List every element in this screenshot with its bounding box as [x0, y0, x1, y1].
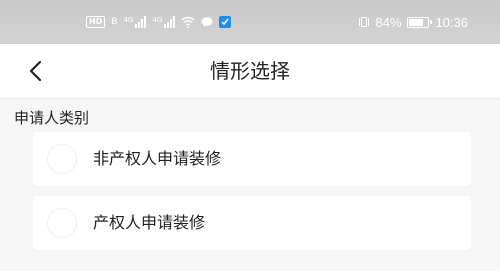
battery-percent: 84% — [375, 14, 402, 30]
clock-time: 10:36 — [435, 14, 468, 30]
section-label-applicant-category: 申请人类别 — [14, 109, 90, 127]
option-non-owner-renovation[interactable]: 非产权人申请装修 — [33, 132, 471, 186]
option-label: 产权人申请装修 — [93, 213, 206, 232]
chat-bubble-icon — [201, 17, 213, 27]
option-label: 非产权人申请装修 — [93, 149, 222, 168]
status-bar: HD B 4G 4G 84% 10:36 — [0, 0, 500, 44]
navigation-bar: 情形选择 — [0, 44, 500, 99]
radio-button[interactable] — [47, 208, 77, 238]
app-notification-icon — [219, 16, 232, 28]
hd-sub-label: B — [111, 17, 118, 27]
signal-2-icon: 4G — [152, 16, 176, 28]
signal-2-label: 4G — [152, 16, 163, 24]
signal-1-icon: 4G — [124, 16, 147, 28]
battery-fill — [409, 18, 423, 26]
battery-icon — [407, 16, 433, 28]
signal-1-label: 4G — [123, 16, 134, 24]
option-owner-renovation[interactable]: 产权人申请装修 — [33, 196, 471, 250]
wifi-icon — [181, 16, 195, 28]
hd-badge: HD — [86, 16, 106, 28]
page-title: 情形选择 — [210, 59, 290, 83]
vibrate-icon — [359, 17, 370, 27]
status-bar-left: HD B 4G 4G — [86, 11, 232, 33]
status-bar-right: 84% 10:36 — [359, 11, 468, 33]
radio-button[interactable] — [47, 144, 77, 174]
